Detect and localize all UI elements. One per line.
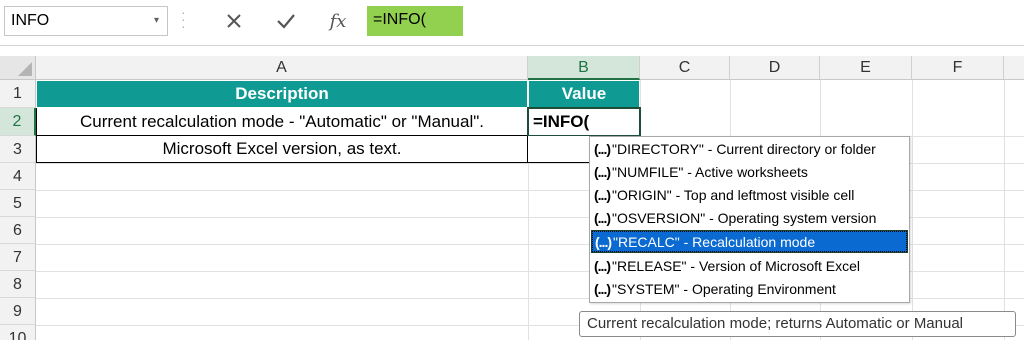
argument-icon: (...) (594, 164, 611, 180)
column-header-a[interactable]: A (36, 56, 528, 80)
row-header-5[interactable]: 5 (0, 190, 36, 217)
row-header-3[interactable]: 3 (0, 136, 36, 163)
formula-text: =INFO( (373, 11, 426, 28)
formula-bar: INFO ▾ · · · fx =INFO( (0, 0, 1024, 46)
autocomplete-item-label: "SYSTEM" - Operating Environment (612, 281, 836, 297)
argument-icon: (...) (595, 234, 612, 250)
column-header-b[interactable]: B (528, 56, 640, 80)
drag-handle-icon[interactable]: · · · (181, 5, 186, 33)
cell-b1[interactable]: Value (528, 80, 640, 108)
row-header-9[interactable]: 9 (0, 298, 36, 325)
argument-icon: (...) (594, 281, 611, 297)
select-all-button[interactable] (0, 56, 36, 80)
autocomplete-item-origin[interactable]: (...) "ORIGIN" - Top and leftmost visible… (591, 184, 908, 207)
name-box[interactable]: INFO ▾ (4, 6, 168, 36)
argument-icon: (...) (594, 210, 611, 226)
row-header-2[interactable]: 2 (0, 108, 36, 136)
cell-a2[interactable]: Current recalculation mode - "Automatic"… (36, 108, 528, 136)
insert-function-icon[interactable]: fx (324, 8, 352, 34)
autocomplete-item-numfile[interactable]: (...) "NUMFILE" - Active worksheets (591, 161, 908, 184)
row-header-10[interactable]: 10 (0, 325, 36, 340)
cancel-icon[interactable] (220, 8, 248, 34)
row-header-6[interactable]: 6 (0, 217, 36, 244)
name-box-value: INFO (11, 12, 50, 29)
autocomplete-item-label: "NUMFILE" - Active worksheets (612, 164, 808, 180)
row-header-8[interactable]: 8 (0, 271, 36, 298)
autocomplete-item-label: "RECALC" - Recalculation mode (613, 234, 816, 250)
autocomplete-item-label: "OSVERSION" - Operating system version (612, 210, 877, 226)
autocomplete-item-directory[interactable]: (...) "DIRECTORY" - Current directory or … (591, 138, 908, 161)
cell-a1[interactable]: Description (36, 80, 528, 108)
formula-input[interactable]: =INFO( (367, 6, 463, 36)
column-header-c[interactable]: C (640, 56, 730, 80)
autocomplete-item-system[interactable]: (...) "SYSTEM" - Operating Environment (591, 278, 908, 301)
select-all-triangle-icon (18, 62, 32, 76)
column-header-g[interactable] (1004, 56, 1024, 80)
column-header-f[interactable]: F (912, 56, 1004, 80)
autocomplete-item-label: "DIRECTORY" - Current directory or folde… (612, 141, 876, 157)
row-header-7[interactable]: 7 (0, 244, 36, 271)
argument-icon: (...) (594, 258, 611, 274)
autocomplete-item-recalc[interactable]: (...) "RECALC" - Recalculation mode (591, 230, 908, 253)
row-header-1[interactable]: 1 (0, 80, 36, 108)
autocomplete-item-release[interactable]: (...) "RELEASE" - Version of Microsoft Ex… (591, 255, 908, 278)
column-header-e[interactable]: E (820, 56, 912, 80)
argument-icon: (...) (594, 141, 611, 157)
autocomplete-item-label: "ORIGIN" - Top and leftmost visible cell (612, 187, 855, 203)
cell-b2-active[interactable]: =INFO( (527, 107, 641, 137)
argument-icon: (...) (594, 187, 611, 203)
cell-a3[interactable]: Microsoft Excel version, as text. (36, 136, 528, 163)
function-autocomplete-list: (...) "DIRECTORY" - Current directory or … (589, 136, 910, 303)
enter-icon[interactable] (272, 8, 300, 34)
function-tooltip: Current recalculation mode; returns Auto… (579, 311, 1016, 337)
autocomplete-item-osversion[interactable]: (...) "OSVERSION" - Operating system vers… (591, 207, 908, 230)
column-header-d[interactable]: D (730, 56, 820, 80)
gridline (912, 80, 913, 340)
gridline (1004, 80, 1005, 340)
autocomplete-item-label: "RELEASE" - Version of Microsoft Excel (612, 258, 861, 274)
chevron-down-icon[interactable]: ▾ (154, 15, 159, 26)
row-header-4[interactable]: 4 (0, 163, 36, 190)
